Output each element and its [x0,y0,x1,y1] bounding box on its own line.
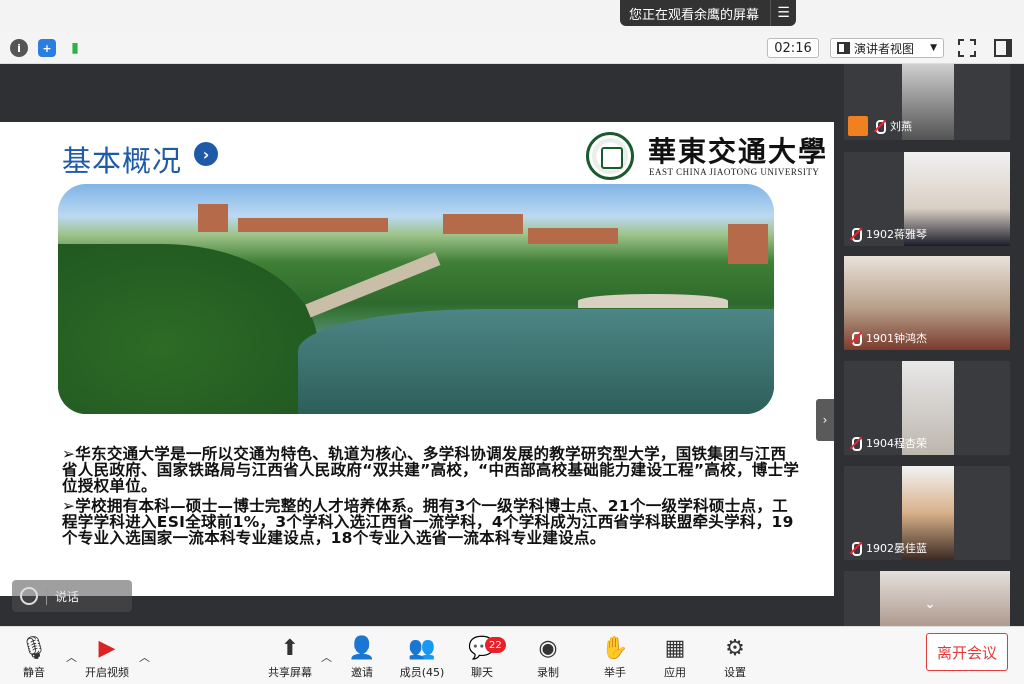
raise-hand-label: 举手 [604,666,626,679]
settings-label: 设置 [724,666,746,679]
mic-muted-icon [872,119,886,134]
apps-grid-icon: ▦ [664,635,686,661]
mute-label: 静音 [23,666,45,679]
share-screen-icon: ⬆ [280,635,300,661]
shield-icon[interactable]: + [38,39,56,57]
slide-paragraph: ➢学校拥有本科—硕士—博士完整的人才培养体系。拥有3个一级学科博士点、21个一级… [62,497,794,547]
avatar-icon [848,116,868,136]
building [238,218,388,232]
share-label: 共享屏幕 [268,666,312,679]
fullscreen-icon[interactable] [958,39,976,57]
mic-muted-icon [848,227,862,242]
divider [46,587,47,605]
add-person-icon: 👤 [348,635,376,661]
participant-name: 1904程杏荣 [866,437,927,450]
participant-tile[interactable]: 1901钟鸿杰 [844,256,1010,350]
chevron-down-icon[interactable]: ⌄ [916,596,944,616]
signal-icon[interactable]: ▮ [66,39,84,57]
record-icon: ◉ [538,635,558,661]
share-screen-button[interactable]: ⬆ 共享屏幕 [260,635,320,681]
speak-hint-text: 说话 [55,589,80,604]
participant-name: 1901钟鸿杰 [866,332,927,345]
invite-label: 邀请 [351,666,373,679]
participant-strip: 刘燕 1902蒋雅琴 1901钟鸿杰 1904程杏荣 1902晏佳蓝 ⌄ [834,64,1024,626]
participant-tile[interactable]: 1902蒋雅琴 [844,152,1010,246]
chat-label: 聊天 [471,666,493,679]
walkway [305,252,441,318]
presentation-slide: 基本概况 › 華東交通大學 EAST CHINA JIAOTONG UNIVER… [0,122,834,596]
building [728,224,768,264]
meeting-timer: 02:16 [767,38,819,58]
mute-button[interactable]: 🎙 静音 [4,635,64,681]
collapse-strip-button[interactable]: › [816,399,834,441]
start-video-button[interactable]: ▶ 开启视频 [76,635,138,681]
university-seal-logo [586,132,634,180]
chevron-down-icon: ▼ [930,43,937,53]
participant-name: 刘燕 [890,120,912,133]
lake [298,309,774,414]
apps-label: 应用 [664,666,686,679]
top-banner: 您正在观看余鹰的屏幕 ☰ [0,0,1024,32]
invite-button[interactable]: 👤 邀请 [332,635,392,681]
gear-icon: ⚙ [725,635,745,661]
bridge [578,294,728,308]
chevron-up-icon[interactable]: ︿ [321,649,332,665]
shared-screen: 基本概况 › 華東交通大學 EAST CHINA JIAOTONG UNIVER… [0,64,834,626]
control-bar: 🎙 静音 ︿ ▶ 开启视频 ︿ ⬆ 共享屏幕 ︿ 👤 邀请 👥 成员(45) 💬… [0,626,1024,684]
list-menu-icon[interactable]: ☰ [770,0,796,26]
mic-muted-icon [848,331,862,346]
mic-muted-icon [848,436,862,451]
participant-tile[interactable]: 刘燕 [844,64,1010,140]
microphone-icon: 🎙 [20,635,48,661]
building [443,214,523,234]
slide-paragraph: ➢华东交通大学是一所以交通为特色、轨道为核心、多学科协调发展的教学研究型大学，国… [62,445,800,495]
record-button[interactable]: ◉ 录制 [518,635,578,681]
building [198,204,228,232]
view-mode-label: 演讲者视图 [854,41,915,56]
video-off-icon: ▶ [98,635,116,661]
university-name-en: EAST CHINA JIAOTONG UNIVERSITY [649,167,820,177]
slide-title: 基本概况 [62,144,183,178]
participant-tile[interactable]: 1902晏佳蓝 [844,466,1010,560]
participant-tile[interactable]: 1904程杏荣 [844,361,1010,455]
emoji-icon [20,587,38,605]
screen-share-banner: 您正在观看余鹰的屏幕 ☰ [620,0,796,26]
hand-icon: ✋ [601,635,629,661]
leave-meeting-button[interactable]: 离开会议 [926,633,1008,671]
trees [58,244,318,414]
view-mode-button[interactable]: 演讲者视图 ▼ [830,38,944,58]
chat-unread-badge: 22 [485,637,506,653]
members-label: 成员(45) [399,666,445,679]
video-label: 开启视频 [85,666,129,679]
members-icon: 👥 [408,635,436,661]
university-name-cn: 華東交通大學 [648,135,829,168]
campus-photo [58,184,774,414]
raise-hand-button[interactable]: ✋ 举手 [585,635,645,681]
info-icon[interactable]: i [10,39,28,57]
slide-body: ➢华东交通大学是一所以交通为特色、轨道为核心、多学科协调发展的教学研究型大学，国… [62,446,802,546]
participant-video [880,571,1010,626]
building [528,228,618,244]
side-panel-icon[interactable] [994,39,1012,57]
members-button[interactable]: 👥 成员(45) [392,635,452,681]
chevron-up-icon[interactable]: ︿ [139,649,150,665]
record-label: 录制 [537,666,559,679]
speaker-view-icon [837,42,850,54]
chevron-right-icon: › [194,142,218,166]
participant-name: 1902蒋雅琴 [866,228,927,241]
participant-name: 1902晏佳蓝 [866,542,927,555]
settings-button[interactable]: ⚙ 设置 [705,635,765,681]
apps-button[interactable]: ▦ 应用 [645,635,705,681]
mic-muted-icon [848,541,862,556]
share-banner-text: 您正在观看余鹰的屏幕 [629,7,760,23]
speak-hint[interactable]: 说话 [12,580,132,612]
